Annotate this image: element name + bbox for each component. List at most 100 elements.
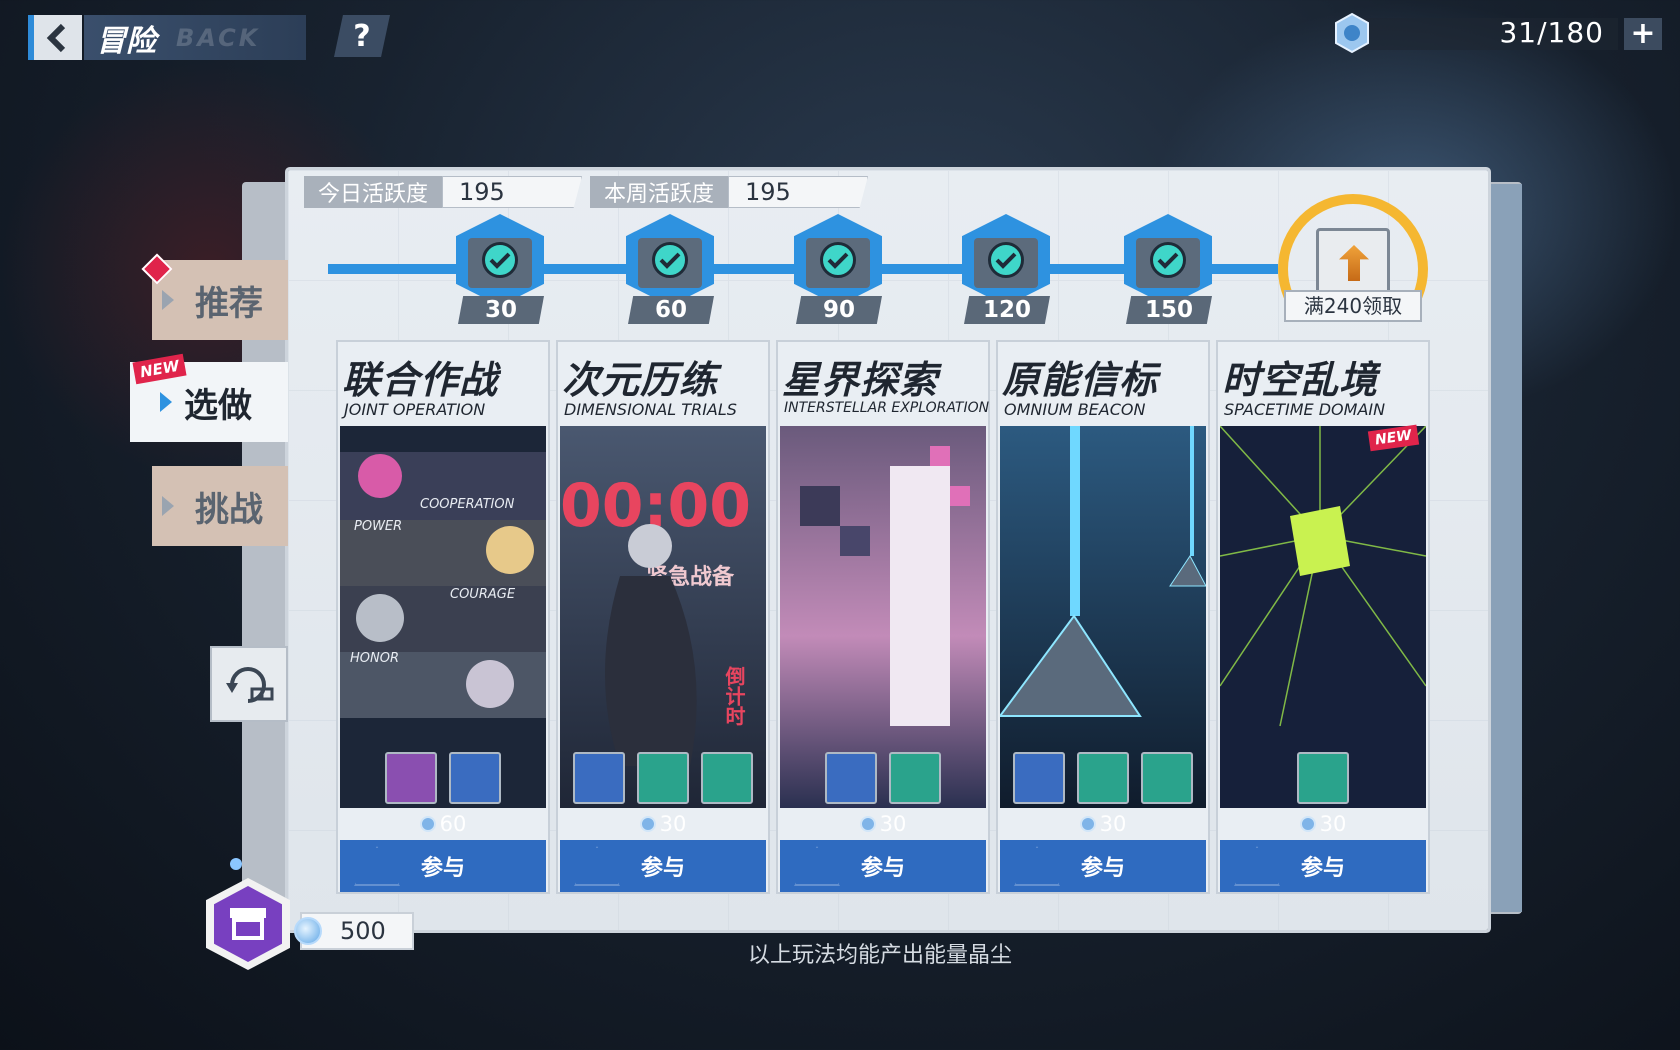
- notification-dot: [230, 858, 242, 870]
- final-reward-chest[interactable]: 满240领取: [1278, 194, 1428, 344]
- milestone-value: 120: [964, 296, 1050, 324]
- reward-item-icon[interactable]: [385, 752, 437, 804]
- stamina-display: 31/180 +: [1332, 12, 1662, 54]
- card-subtitle: INTERSTELLAR EXPLORATION: [784, 400, 990, 416]
- daily-activity: 今日活跃度 195: [304, 176, 583, 208]
- reward-items: [778, 752, 988, 804]
- card-artwork: COOPERATION POWER COURAGE HONOR: [340, 426, 546, 808]
- mode-card-interstellar-exploration[interactable]: 星界探索 INTERSTELLAR EXPLORATION 30 参与: [776, 340, 990, 894]
- milestone-value: 150: [1126, 296, 1212, 324]
- weekly-activity-label: 本周活跃度: [590, 176, 729, 208]
- card-title: 原能信标: [1002, 358, 1159, 402]
- join-button[interactable]: 参与: [1220, 840, 1426, 892]
- card-subtitle: OMNIUM BEACON: [1004, 400, 1146, 419]
- card-title: 联合作战: [342, 358, 499, 402]
- milestone-chest[interactable]: 30: [452, 214, 548, 324]
- chest-icon: [1316, 228, 1390, 298]
- art-label: COURAGE: [450, 587, 516, 602]
- card-title: 次元历练: [562, 358, 719, 402]
- refresh-icon: [226, 667, 274, 703]
- reward-item-icon[interactable]: [1141, 752, 1193, 804]
- art-label: 倒计时: [722, 666, 746, 726]
- stamina-cost: 30: [998, 812, 1208, 836]
- stamina-gem-icon: [1335, 12, 1369, 54]
- card-title: 时空乱境: [1222, 358, 1379, 402]
- milestone-chest[interactable]: 150: [1120, 214, 1216, 324]
- stamina-cost: 30: [778, 812, 988, 836]
- final-reward-label: 满240领取: [1284, 290, 1422, 322]
- card-title: 星界探索: [782, 358, 939, 402]
- gem-icon: [859, 816, 876, 832]
- tab-recommended[interactable]: 推荐: [152, 260, 288, 340]
- mode-card-omnium-beacon[interactable]: 原能信标 OMNIUM BEACON 30 参与: [996, 340, 1210, 894]
- milestone-chest[interactable]: 60: [622, 214, 718, 324]
- art-label: POWER: [354, 519, 402, 534]
- check-icon: [482, 242, 518, 278]
- gem-icon: [419, 816, 436, 832]
- add-stamina-button[interactable]: +: [1624, 18, 1662, 50]
- help-button[interactable]: ?: [334, 15, 390, 57]
- milestone-value: 30: [458, 296, 544, 324]
- card-artwork: 00:00 紧急战备 倒计时: [560, 426, 766, 808]
- milestone-value: 60: [628, 296, 714, 324]
- card-artwork: [780, 426, 986, 808]
- play-triangle-icon: [162, 496, 174, 516]
- milestone-value: 90: [796, 296, 882, 324]
- stamina-value: 31/180: [1499, 16, 1604, 49]
- daily-activity-value: 195: [442, 176, 583, 208]
- stamina-cost: 30: [558, 812, 768, 836]
- art-label: HONOR: [350, 651, 399, 666]
- card-subtitle: SPACETIME DOMAIN: [1224, 400, 1386, 419]
- join-button[interactable]: 参与: [560, 840, 766, 892]
- join-button[interactable]: 参与: [1000, 840, 1206, 892]
- reward-item-icon[interactable]: [825, 752, 877, 804]
- join-button[interactable]: 参与: [340, 840, 546, 892]
- play-triangle-icon: [160, 392, 172, 412]
- tab-label: 选做: [184, 385, 252, 426]
- page-title: 冒险: [96, 23, 156, 59]
- card-subtitle: JOINT OPERATION: [344, 400, 486, 419]
- card-subtitle: DIMENSIONAL TRIALS: [564, 400, 737, 419]
- milestone-chest[interactable]: 120: [958, 214, 1054, 324]
- play-triangle-icon: [162, 290, 174, 310]
- art-label: COOPERATION: [420, 497, 515, 512]
- reward-item-icon[interactable]: [889, 752, 941, 804]
- back-button[interactable]: [28, 15, 82, 60]
- weekly-activity-value: 195: [728, 176, 869, 208]
- gem-icon: [1079, 816, 1096, 832]
- tab-label: 挑战: [195, 489, 263, 530]
- mode-card-spacetime-domain[interactable]: 时空乱境 SPACETIME DOMAIN NEW 30 参与: [1216, 340, 1430, 894]
- check-icon: [820, 242, 856, 278]
- reward-item-icon[interactable]: [1013, 752, 1065, 804]
- tab-challenge[interactable]: 挑战: [152, 466, 288, 546]
- title-watermark: BACK: [176, 23, 261, 52]
- milestone-chest[interactable]: 90: [790, 214, 886, 324]
- reward-item-icon[interactable]: [1077, 752, 1129, 804]
- page-title-bar: 冒险 BACK: [84, 15, 306, 60]
- check-icon: [652, 242, 688, 278]
- reward-item-icon[interactable]: [573, 752, 625, 804]
- weekly-activity: 本周活跃度 195: [590, 176, 869, 208]
- reward-items: [1218, 752, 1428, 804]
- daily-activity-label: 今日活跃度: [304, 176, 443, 208]
- reward-item-icon[interactable]: [637, 752, 689, 804]
- chevron-left-icon: [46, 23, 66, 52]
- reward-items: [998, 752, 1208, 804]
- reward-item-icon[interactable]: [701, 752, 753, 804]
- reward-item-icon[interactable]: [1297, 752, 1349, 804]
- reward-item-icon[interactable]: [449, 752, 501, 804]
- tab-label: 推荐: [195, 283, 263, 324]
- card-artwork: [1220, 426, 1426, 808]
- check-icon: [1150, 242, 1186, 278]
- switch-view-button[interactable]: [210, 646, 288, 722]
- mode-card-joint-operation[interactable]: 联合作战 JOINT OPERATION COOPERATION POWER C…: [336, 340, 550, 894]
- card-artwork: [1000, 426, 1206, 808]
- check-icon: [988, 242, 1024, 278]
- footer-hint: 以上玩法均能产出能量晶尘: [747, 943, 1012, 968]
- gem-icon: [1299, 816, 1316, 832]
- stamina-cost: 30: [1218, 812, 1428, 836]
- join-button[interactable]: 参与: [780, 840, 986, 892]
- mode-card-dimensional-trials[interactable]: 次元历练 DIMENSIONAL TRIALS 00:00 紧急战备 倒计时 3…: [556, 340, 770, 894]
- reward-items: [558, 752, 768, 804]
- reward-items: [338, 752, 548, 804]
